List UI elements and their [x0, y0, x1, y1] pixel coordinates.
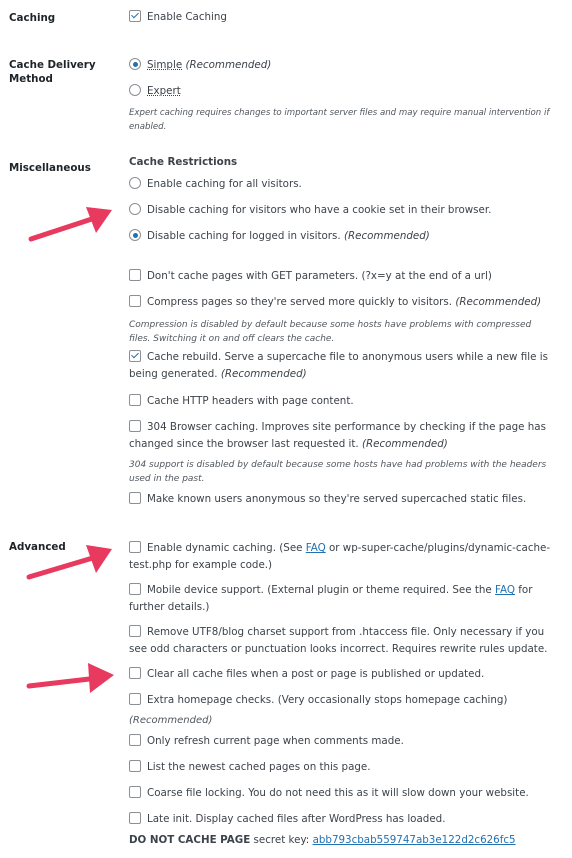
refresh-comments-checkbox[interactable]: [129, 734, 141, 746]
faq-link[interactable]: FAQ: [495, 584, 515, 596]
anonymous-users-text: Make known users anonymous so they're se…: [147, 493, 527, 505]
dynamic-caching-option[interactable]: Enable dynamic caching. (See FAQ or wp-s…: [129, 540, 552, 574]
enable-caching-option[interactable]: Enable Caching: [129, 9, 552, 26]
restriction-cookie[interactable]: Disable caching for visitors who have a …: [129, 202, 552, 219]
simple-option[interactable]: Simple (Recommended): [129, 57, 552, 74]
faq-link[interactable]: FAQ: [306, 542, 326, 554]
caching-label: Caching: [9, 12, 56, 24]
annotation-arrow-icon: [26, 545, 112, 580]
mobile-support-checkbox[interactable]: [129, 583, 141, 595]
homepage-checks-option[interactable]: Extra homepage checks. (Very occasionall…: [129, 692, 552, 709]
restriction-cookie-radio[interactable]: [129, 203, 141, 215]
browser-304-description: 304 support is disabled by default becau…: [129, 460, 547, 484]
compress-description: Compression is disabled by default becau…: [129, 320, 532, 344]
late-init-checkbox[interactable]: [129, 812, 141, 824]
simple-radio[interactable]: [129, 58, 141, 70]
recommended-note: (Recommended): [343, 230, 430, 242]
get-params-checkbox[interactable]: [129, 269, 141, 281]
restriction-cookie-text: Disable caching for visitors who have a …: [147, 204, 492, 216]
secret-key-link[interactable]: abb793cbab559747ab3e122d2c626fc5: [313, 834, 516, 846]
browser-304-text: 304 Browser caching. Improves site perfo…: [129, 421, 546, 450]
secret-key-row: DO NOT CACHE PAGE secret key: abb793cbab…: [129, 832, 552, 849]
expert-description: Expert caching requires changes to impor…: [129, 108, 550, 132]
anonymous-users-option[interactable]: Make known users anonymous so they're se…: [129, 491, 552, 508]
clear-all-text: Clear all cache files when a post or pag…: [147, 668, 485, 680]
clear-all-checkbox[interactable]: [129, 667, 141, 679]
browser-304-checkbox[interactable]: [129, 420, 141, 432]
expert-text: Expert: [147, 85, 181, 97]
coarse-locking-checkbox[interactable]: [129, 786, 141, 798]
secret-key-label: DO NOT CACHE PAGE: [129, 834, 251, 846]
list-newest-option[interactable]: List the newest cached pages on this pag…: [129, 759, 552, 776]
cache-rebuild-option[interactable]: Cache rebuild. Serve a supercache file t…: [129, 349, 552, 383]
get-params-text: Don't cache pages with GET parameters. (…: [147, 270, 492, 282]
restriction-logged-in-text: Disable caching for logged in visitors.: [147, 230, 341, 242]
late-init-option[interactable]: Late init. Display cached files after Wo…: [129, 811, 552, 828]
homepage-recommended-note: (Recommended): [129, 715, 213, 726]
http-headers-option[interactable]: Cache HTTP headers with page content.: [129, 393, 552, 410]
expert-option[interactable]: Expert: [129, 83, 552, 100]
browser-304-option[interactable]: 304 Browser caching. Improves site perfo…: [129, 419, 552, 453]
http-headers-checkbox[interactable]: [129, 394, 141, 406]
secret-key-text: secret key:: [250, 834, 313, 846]
compress-option[interactable]: Compress pages so they're served more qu…: [129, 294, 552, 311]
coarse-locking-option[interactable]: Coarse file locking. You do not need thi…: [129, 785, 552, 802]
recommended-note: (Recommended): [361, 438, 448, 450]
restriction-all-visitors[interactable]: Enable caching for all visitors.: [129, 176, 552, 193]
compress-text: Compress pages so they're served more qu…: [147, 296, 453, 308]
late-init-text: Late init. Display cached files after Wo…: [147, 813, 446, 825]
refresh-comments-option[interactable]: Only refresh current page when comments …: [129, 733, 552, 750]
recommended-note: (Recommended): [455, 296, 542, 308]
list-newest-checkbox[interactable]: [129, 760, 141, 772]
dynamic-caching-text: Enable dynamic caching. (See: [147, 542, 306, 554]
restriction-all-text: Enable caching for all visitors.: [147, 178, 302, 190]
http-headers-text: Cache HTTP headers with page content.: [147, 395, 354, 407]
annotation-arrow-icon: [28, 207, 112, 242]
mobile-support-text: Mobile device support. (External plugin …: [147, 584, 496, 596]
utf8-checkbox[interactable]: [129, 625, 141, 637]
get-params-option[interactable]: Don't cache pages with GET parameters. (…: [129, 268, 552, 285]
restriction-logged-in-radio[interactable]: [129, 229, 141, 241]
enable-caching-text: Enable Caching: [147, 11, 227, 23]
simple-text: Simple: [147, 59, 183, 71]
mobile-support-option[interactable]: Mobile device support. (External plugin …: [129, 582, 552, 616]
cache-rebuild-checkbox[interactable]: [129, 350, 141, 362]
dynamic-caching-checkbox[interactable]: [129, 541, 141, 553]
homepage-checks-checkbox[interactable]: [129, 693, 141, 705]
list-newest-text: List the newest cached pages on this pag…: [147, 761, 371, 773]
annotation-arrow-icon: [26, 663, 114, 693]
clear-all-option[interactable]: Clear all cache files when a post or pag…: [129, 666, 552, 683]
cache-rebuild-text: Cache rebuild. Serve a supercache file t…: [129, 351, 548, 380]
enable-caching-checkbox[interactable]: [129, 10, 141, 22]
coarse-locking-text: Coarse file locking. You do not need thi…: [147, 787, 529, 799]
cache-delivery-label: Cache Delivery Method: [9, 59, 96, 85]
restriction-logged-in[interactable]: Disable caching for logged in visitors. …: [129, 228, 552, 245]
expert-radio[interactable]: [129, 84, 141, 96]
cache-restrictions-title: Cache Restrictions: [129, 156, 238, 168]
compress-checkbox[interactable]: [129, 295, 141, 307]
recommended-note: (Recommended): [185, 59, 272, 71]
recommended-note: (Recommended): [220, 368, 307, 380]
anonymous-users-checkbox[interactable]: [129, 492, 141, 504]
utf8-option[interactable]: Remove UTF8/blog charset support from .h…: [129, 624, 552, 658]
homepage-checks-text: Extra homepage checks. (Very occasionall…: [147, 694, 508, 706]
miscellaneous-label: Miscellaneous: [9, 162, 91, 174]
refresh-comments-text: Only refresh current page when comments …: [147, 735, 404, 747]
restriction-all-radio[interactable]: [129, 177, 141, 189]
utf8-text: Remove UTF8/blog charset support from .h…: [129, 626, 548, 655]
